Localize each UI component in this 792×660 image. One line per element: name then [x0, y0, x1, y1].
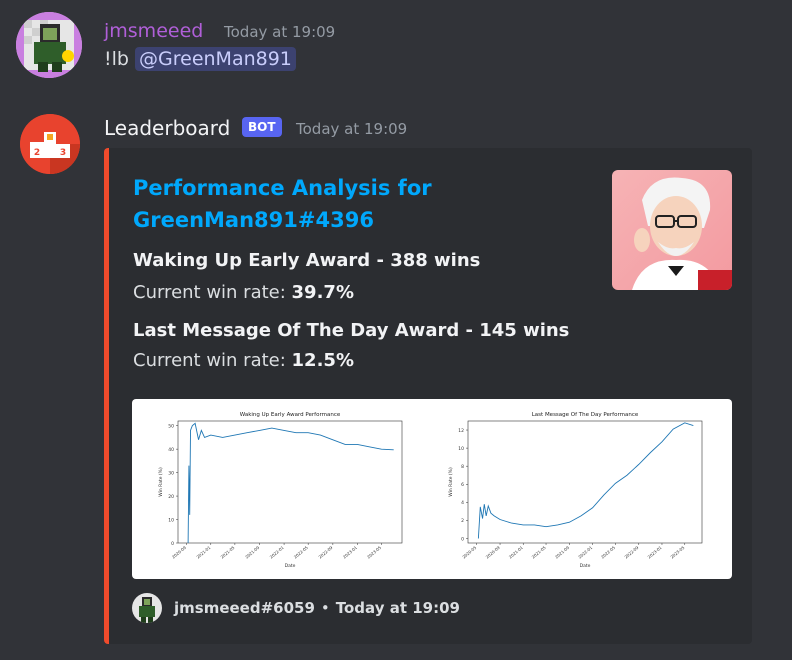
x-tick-label: 2021-09	[554, 545, 570, 560]
embed-title-line1: Performance Analysis for	[133, 176, 432, 200]
series-line	[187, 422, 394, 544]
series-line	[477, 422, 694, 539]
field-value-waking-up: Current win rate: 39.7%	[133, 282, 354, 303]
bot-avatar[interactable]: 2 3	[20, 114, 80, 174]
y-tick-label: 0	[461, 536, 464, 542]
x-tick-label: 2021-05	[220, 545, 236, 560]
y-tick-label: 0	[171, 541, 174, 547]
y-axis-label: Win Rate (%)	[158, 467, 164, 497]
win-rate-label: Current win rate:	[133, 282, 292, 303]
bot-message-timestamp: Today at 19:09	[296, 120, 408, 138]
x-axis-label: Date	[285, 563, 296, 569]
field-name-waking-up: Waking Up Early Award - 388 wins	[133, 250, 481, 271]
x-tick-label: 2021-05	[531, 545, 547, 560]
chart-frame	[177, 420, 403, 544]
user-mention[interactable]: @GreenMan891	[135, 47, 296, 71]
chart-frame	[467, 420, 703, 544]
x-tick-label: 2021-09	[244, 545, 260, 560]
y-tick-label: 12	[458, 428, 464, 434]
x-tick-label: 2021-01	[195, 545, 211, 560]
x-tick-label: 2022-01	[577, 545, 593, 560]
message-username[interactable]: jmsmeeed	[104, 20, 203, 42]
win-rate-label: Current win rate:	[133, 350, 292, 371]
charts-svg: Waking Up Early Award Performance0102030…	[158, 412, 703, 569]
message-timestamp: Today at 19:09	[224, 23, 336, 41]
x-tick-label: 2020-09	[485, 545, 501, 560]
footer-separator: •	[320, 599, 330, 617]
embed-thumbnail[interactable]	[612, 170, 732, 290]
x-tick-label: 2023-01	[342, 545, 358, 560]
message-content: !lb @GreenMan891	[104, 47, 296, 71]
x-tick-label: 2022-09	[317, 545, 333, 560]
y-tick-label: 10	[168, 517, 174, 523]
x-tick-label: 2023-05	[366, 545, 382, 560]
y-tick-label: 40	[168, 447, 174, 453]
x-tick-label: 2020-09	[171, 545, 187, 560]
y-tick-label: 10	[458, 446, 464, 452]
x-tick-label: 2023-01	[647, 545, 663, 560]
chart-title: Waking Up Early Award Performance	[240, 412, 341, 418]
field-value-last-message: Current win rate: 12.5%	[133, 350, 354, 371]
x-tick-label: 2022-05	[293, 545, 309, 560]
footer-avatar	[132, 593, 162, 623]
bot-tag: BOT	[242, 117, 282, 137]
user-avatar[interactable]	[16, 12, 82, 78]
win-rate-value: 12.5%	[291, 350, 354, 371]
field-name-last-message: Last Message Of The Day Award - 145 wins	[133, 320, 570, 341]
win-rate-value: 39.7%	[291, 282, 354, 303]
svg-text:3: 3	[60, 148, 66, 158]
x-tick-label: 2022-09	[623, 545, 639, 560]
x-tick-label: 2023-05	[669, 545, 685, 560]
chart-title: Last Message Of The Day Performance	[532, 412, 639, 418]
y-tick-label: 6	[461, 482, 464, 488]
footer-author: jmsmeeed#6059	[174, 599, 315, 617]
y-tick-label: 30	[168, 470, 174, 476]
y-axis-label: Win Rate (%)	[448, 467, 454, 497]
bot-username[interactable]: Leaderboard	[104, 116, 230, 140]
x-axis-label: Date	[580, 563, 591, 569]
command-text: !lb	[104, 48, 129, 70]
performance-chart-image[interactable]: Waking Up Early Award Performance 0 10 20 30…	[132, 399, 732, 579]
embed-title[interactable]: Performance Analysis for GreenMan891#439…	[133, 172, 433, 236]
x-tick-label: 2022-01	[269, 545, 285, 560]
embed-footer: jmsmeeed#6059 • Today at 19:09	[132, 592, 460, 624]
y-tick-label: 20	[168, 494, 174, 500]
svg-text:2: 2	[34, 148, 40, 158]
x-tick-label: 2022-05	[600, 545, 616, 560]
embed-title-line2: GreenMan891#4396	[133, 208, 374, 232]
y-tick-label: 4	[461, 500, 464, 506]
y-tick-label: 8	[461, 464, 464, 470]
x-tick-label: 2020-05	[461, 545, 477, 560]
y-tick-label: 50	[168, 423, 174, 429]
x-tick-label: 2021-01	[508, 545, 524, 560]
footer-timestamp: Today at 19:09	[335, 599, 460, 617]
leaderboard-embed: Performance Analysis for GreenMan891#439…	[104, 148, 752, 644]
y-tick-label: 2	[461, 518, 464, 524]
